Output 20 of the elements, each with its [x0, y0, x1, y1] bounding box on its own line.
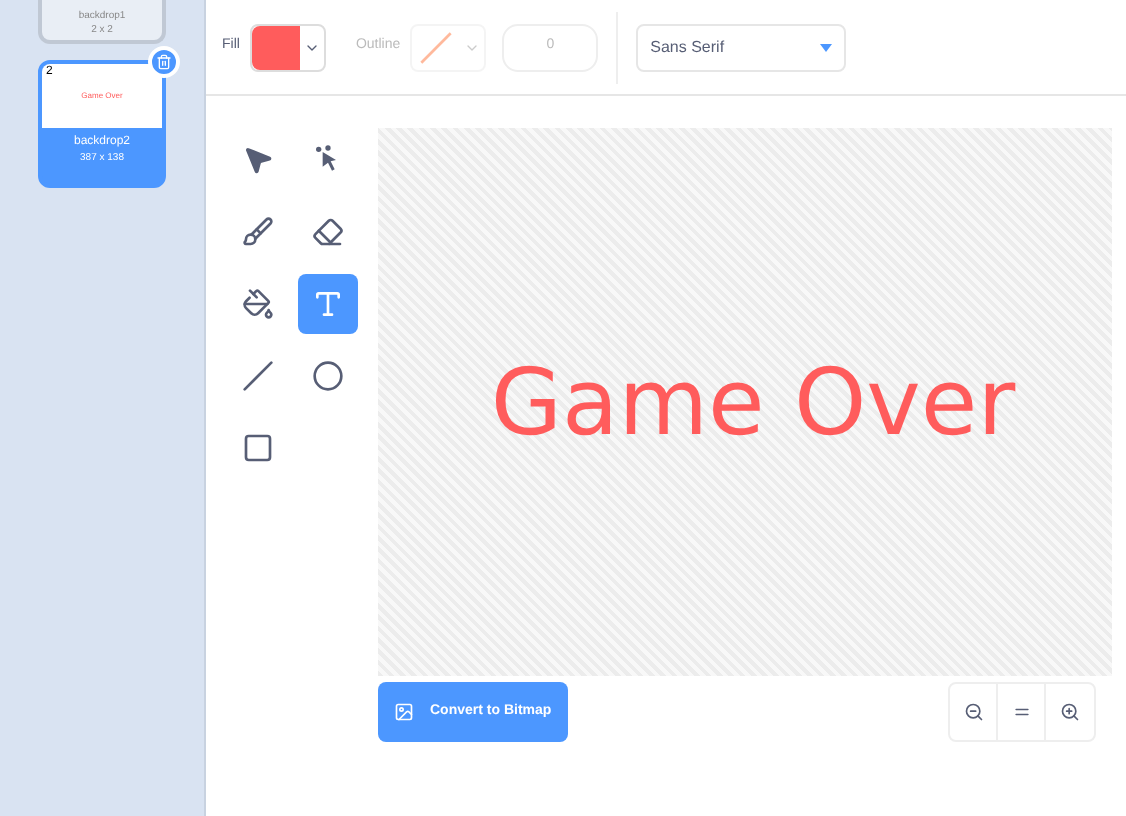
drawing-canvas[interactable]: Game Over: [378, 128, 1112, 676]
paint-bucket-icon: [242, 288, 274, 320]
trash-icon: [156, 54, 172, 70]
arrow-pointer-icon: [242, 144, 274, 176]
eraser-icon: [312, 216, 344, 248]
fill-color-picker[interactable]: [249, 23, 326, 71]
line-icon: [242, 360, 274, 392]
brush-icon: [242, 216, 274, 248]
caret-icon: [820, 43, 833, 51]
zoom-out-icon: [963, 702, 983, 722]
image-icon: [394, 702, 414, 722]
zoom-in-icon: [1060, 702, 1080, 722]
circle-icon: [312, 360, 344, 392]
square-icon: [242, 432, 274, 464]
delete-button[interactable]: [148, 46, 180, 78]
canvas-text: Game Over: [490, 345, 1016, 459]
tool-button[interactable]: [298, 274, 358, 334]
font-dropdown[interactable]: Sans Serif: [636, 23, 847, 71]
text-icon: [312, 288, 344, 320]
outline-color-picker[interactable]: [410, 23, 487, 71]
